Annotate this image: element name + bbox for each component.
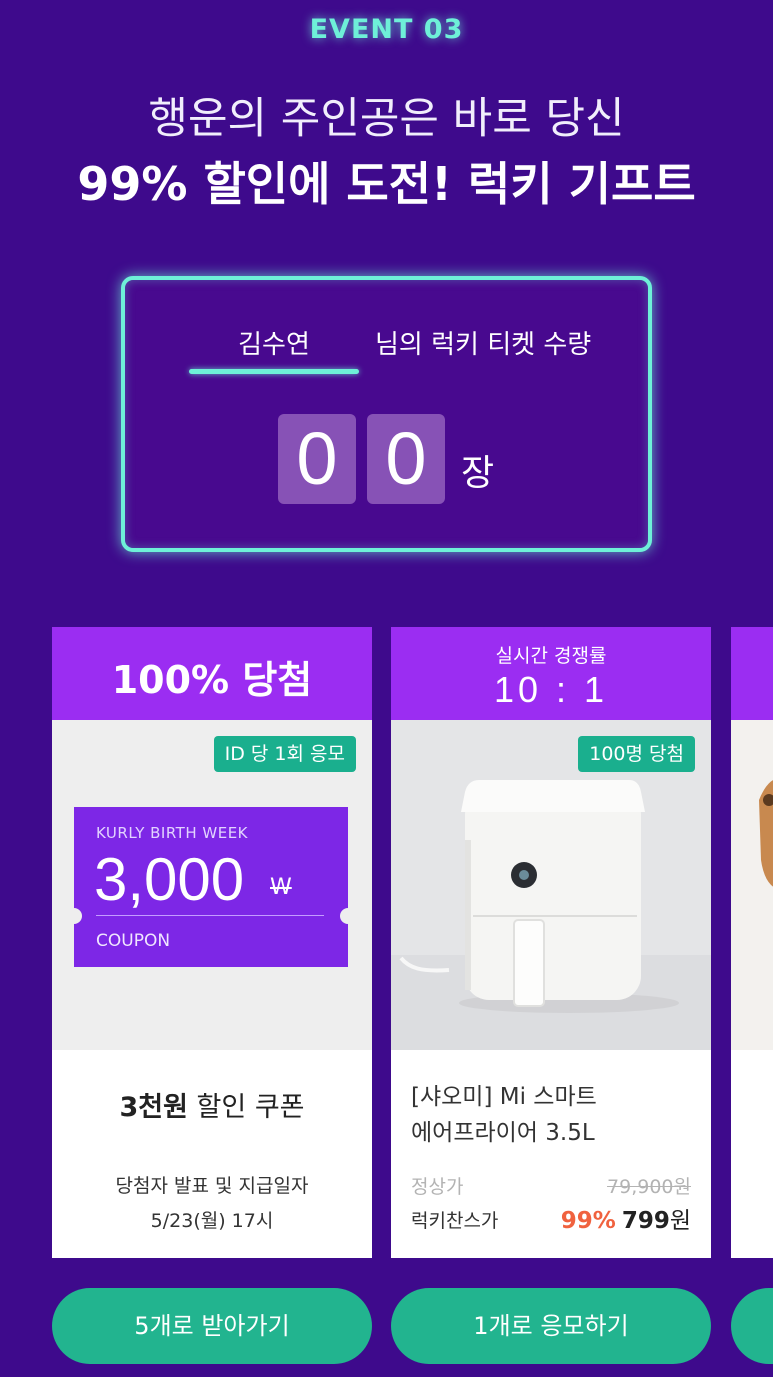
lucky-price-currency: 원 <box>669 1208 691 1234</box>
headline-line1: 행운의 주인공은 바로 당신 <box>148 94 625 144</box>
coupon-bottom-text: COUPON <box>96 931 171 951</box>
ticket-count-unit: 장 <box>461 453 495 494</box>
claim-coupon-button[interactable]: 5개로 받아가기 <box>52 1288 372 1364</box>
ticket-count-digit-1: 0 <box>278 414 356 504</box>
prize-card-partial[interactable] <box>731 627 773 1258</box>
coupon-title: 3천원 할인 쿠폰 <box>52 1085 372 1124</box>
card-header: 100% 당첨 <box>52 627 372 720</box>
card-image-area: 100명 당첨 <box>391 720 711 1050</box>
headline-line2: 99% 할인에 도전! 럭키 기프트 <box>77 157 696 211</box>
coupon-title-rest: 할인 쿠폰 <box>187 1092 305 1123</box>
coupon-amount: 3,000 <box>94 846 245 913</box>
product-title-line2: 에어프라이어 3.5L <box>411 1120 595 1146</box>
partial-card-button[interactable] <box>731 1288 773 1364</box>
regular-price-label: 정상가 <box>411 1176 464 1198</box>
prize-card-coupon[interactable]: 100% 당첨 ID 당 1회 응모 KURLY BIRTH WEEK 3,00… <box>52 627 372 1258</box>
announcement-date: 5/23(월) 17시 <box>150 1210 274 1232</box>
ticket-count-digit-2: 0 <box>367 414 445 504</box>
coupon-notch-right <box>340 908 356 924</box>
entry-limit-badge: ID 당 1회 응모 <box>213 736 356 772</box>
lucky-price-label: 럭키찬스가 <box>411 1210 499 1232</box>
competition-ratio: 10 : 1 <box>493 669 609 710</box>
regular-price: 79,900원 <box>607 1176 691 1198</box>
lucky-discount: 99% <box>560 1208 616 1234</box>
competition-label: 실시간 경쟁률 <box>495 645 607 667</box>
card-header <box>731 627 773 720</box>
ticket-name-underline <box>189 369 359 374</box>
coupon-title-bold: 3천원 <box>119 1092 188 1123</box>
card-image-area <box>731 720 773 1050</box>
lucky-price: 99% 799원 <box>561 1201 691 1235</box>
coupon-currency: W <box>270 875 292 900</box>
coupon-divider <box>96 915 324 916</box>
card-header: 실시간 경쟁률 10 : 1 <box>391 627 711 720</box>
announcement-label: 당첨자 발표 및 지급일자 <box>115 1175 309 1197</box>
ticket-label: 님의 럭키 티켓 수량 <box>375 330 592 360</box>
lucky-price-value: 799 <box>621 1208 670 1234</box>
card-header-title: 100% 당첨 <box>111 658 313 702</box>
prize-card-air-fryer[interactable]: 실시간 경쟁률 10 : 1 100명 당첨 [샤오미] Mi 스마트 에어프라… <box>391 627 711 1258</box>
ticket-user-name: 김수연 <box>238 330 310 360</box>
event-label: EVENT 03 <box>309 14 464 45</box>
enter-draw-button[interactable]: 1개로 응모하기 <box>391 1288 711 1364</box>
product-title-line1: [샤오미] Mi 스마트 <box>411 1084 597 1110</box>
lucky-ticket-box: 김수연 님의 럭키 티켓 수량 0 0 장 <box>121 276 652 552</box>
coupon-graphic: KURLY BIRTH WEEK 3,000 W COUPON <box>66 807 356 967</box>
product-image-partial <box>759 780 773 887</box>
coupon-top-text: KURLY BIRTH WEEK <box>96 824 249 842</box>
winners-badge: 100명 당첨 <box>578 736 695 772</box>
coupon-notch-left <box>66 908 82 924</box>
card-image-area: ID 당 1회 응모 KURLY BIRTH WEEK 3,000 W COUP… <box>52 720 372 1050</box>
